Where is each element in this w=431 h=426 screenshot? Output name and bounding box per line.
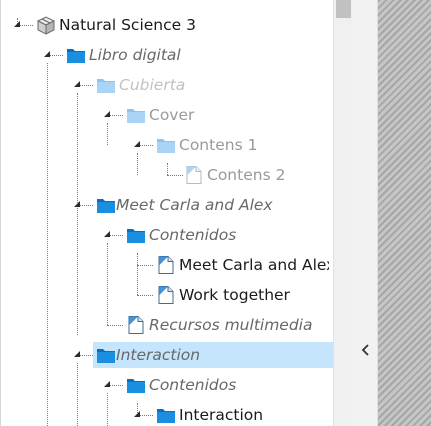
tree-node-label: Libro digital bbox=[89, 46, 181, 64]
page-icon bbox=[156, 255, 176, 275]
tree-node-root[interactable]: Natural Science 3 bbox=[36, 12, 196, 38]
tree-node-label: Cubierta bbox=[119, 76, 186, 94]
tree-node-label: Meet Carla and Alex bbox=[179, 256, 329, 274]
folder-icon bbox=[96, 195, 116, 215]
collapse-toggle-icon[interactable] bbox=[73, 80, 81, 88]
vertical-scrollbar[interactable] bbox=[333, 0, 353, 426]
scrollbar-thumb[interactable] bbox=[336, 0, 351, 18]
chevron-left-icon bbox=[361, 344, 369, 356]
collapse-toggle-icon[interactable] bbox=[73, 200, 81, 208]
folder-icon bbox=[66, 45, 86, 65]
folder-icon bbox=[156, 405, 176, 425]
tree-node-work-together[interactable]: Work together bbox=[156, 282, 290, 308]
tree-node-label: Contenidos bbox=[149, 226, 237, 244]
collapse-toggle-icon[interactable] bbox=[103, 110, 111, 118]
tree-node-label: Cover bbox=[149, 106, 195, 124]
tree-node-label: Work together bbox=[179, 286, 290, 304]
collapse-toggle-icon[interactable] bbox=[73, 350, 81, 358]
tree-node-contenidos[interactable]: Contenidos bbox=[126, 222, 236, 248]
package-icon bbox=[36, 15, 56, 35]
tree-node-contenidos-2[interactable]: Contenidos bbox=[126, 372, 236, 398]
tree-node-page-meet-carla-and-alex[interactable]: Meet Carla and Alex bbox=[156, 252, 329, 278]
tree-node-contens-2[interactable]: Contens 2 bbox=[184, 162, 285, 188]
tree-node-meet-carla-and-alex[interactable]: Meet Carla and Alex bbox=[96, 192, 273, 218]
tree-node-label: Contens 1 bbox=[179, 136, 258, 154]
folder-icon bbox=[96, 75, 116, 95]
folder-icon bbox=[126, 105, 146, 125]
page-icon bbox=[156, 285, 176, 305]
collapse-toggle-icon[interactable] bbox=[133, 140, 141, 148]
tree-node-contens-1[interactable]: Contens 1 bbox=[156, 132, 257, 158]
collapse-panel-button[interactable] bbox=[353, 335, 378, 365]
collapse-toggle-icon[interactable] bbox=[103, 380, 111, 388]
collapse-toggle-icon[interactable] bbox=[133, 410, 141, 418]
folder-icon bbox=[126, 225, 146, 245]
tree-node-label: Meet Carla and Alex bbox=[116, 196, 273, 214]
tree-node-label: Contenidos bbox=[149, 376, 237, 394]
tree-node-label: Interaction bbox=[116, 346, 201, 364]
page-icon bbox=[126, 315, 146, 335]
tree-node-label: Contens 2 bbox=[207, 166, 286, 184]
tree-pane: Natural Science 3 Libro digital Cubierta… bbox=[0, 0, 333, 426]
tree-node-libro-digital[interactable]: Libro digital bbox=[66, 42, 181, 68]
collapse-toggle-icon[interactable] bbox=[43, 50, 51, 58]
tree-node-interaction-selected[interactable]: Interaction bbox=[93, 342, 333, 368]
panel-collapse-strip[interactable] bbox=[353, 0, 378, 426]
folder-icon bbox=[156, 135, 176, 155]
tree-node-label: Natural Science 3 bbox=[59, 16, 196, 34]
tree-node-cubierta[interactable]: Cubierta bbox=[96, 72, 185, 98]
tree-node-label: Interaction bbox=[179, 406, 264, 424]
tree-node-label: Recursos multimedia bbox=[149, 316, 313, 334]
striped-content-pane bbox=[378, 0, 431, 426]
folder-icon bbox=[126, 375, 146, 395]
tree-node-interaction-child[interactable]: Interaction bbox=[156, 402, 263, 426]
collapse-toggle-icon[interactable] bbox=[13, 20, 21, 28]
tree-node-recursos-multimedia[interactable]: Recursos multimedia bbox=[126, 312, 312, 338]
collapse-toggle-icon[interactable] bbox=[103, 230, 111, 238]
page-icon bbox=[184, 165, 204, 185]
tree-node-cover[interactable]: Cover bbox=[126, 102, 194, 128]
folder-icon bbox=[96, 345, 116, 365]
